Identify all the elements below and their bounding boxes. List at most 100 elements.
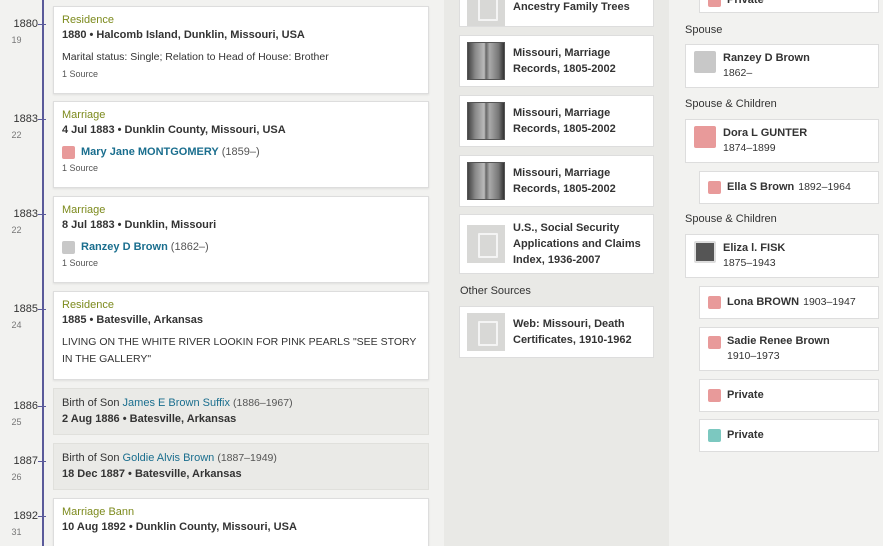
spouse-children-heading: Spouse & Children — [685, 213, 777, 225]
photo-avatar-icon — [694, 241, 716, 263]
timeline-tick — [38, 516, 46, 517]
person-link[interactable]: Ranzey D Brown — [81, 239, 168, 255]
source-card[interactable]: Missouri, Marriage Records, 1805-2002 — [459, 35, 654, 87]
event-type: Residence — [62, 299, 114, 311]
family-name: Private — [727, 389, 764, 401]
event-date-place: 1880 • Halcomb Island, Dunklin, Missouri… — [62, 29, 305, 41]
tree-icon — [467, 0, 505, 26]
child-card[interactable]: Private — [699, 419, 879, 452]
female-avatar-icon — [708, 181, 721, 194]
event-prefix: Birth of Son — [62, 397, 120, 409]
family-name: Ranzey D Brown — [723, 52, 810, 64]
event-prefix: Birth of Son — [62, 452, 120, 464]
timeline-age: 31 — [11, 527, 22, 537]
teal-avatar-icon — [708, 429, 721, 442]
person-dates: (1859–) — [221, 146, 260, 158]
child-card[interactable]: Private — [699, 379, 879, 412]
event-marriage-bann[interactable]: Marriage Bann 10 Aug 1892 • Dunklin Coun… — [53, 498, 429, 546]
timeline-age: 24 — [11, 320, 22, 330]
male-avatar-icon — [62, 240, 75, 254]
event-residence-1880[interactable]: Residence 1880 • Halcomb Island, Dunklin… — [53, 6, 429, 94]
child-card[interactable]: Ella S Brown 1892–1964 — [699, 171, 879, 204]
event-type: Residence — [62, 14, 114, 26]
family-dates: 1903–1947 — [803, 296, 856, 308]
event-date-place: 18 Dec 1887 • Batesville, Arkansas — [62, 468, 242, 480]
film-thumbnail-icon — [467, 162, 505, 200]
person-dates: (1862–) — [170, 241, 209, 253]
timeline-year: 1883 — [13, 208, 38, 220]
event-birth-son-1[interactable]: Birth of Son James E Brown Suffix (1886–… — [53, 388, 429, 435]
timeline-age: 19 — [11, 35, 22, 45]
event-marriage-2[interactable]: Marriage 8 Jul 1883 • Dunklin, Missouri … — [53, 196, 429, 283]
person-link[interactable]: Mary Jane MONTGOMERY — [81, 144, 219, 160]
source-card[interactable]: Web: Missouri, Death Certificates, 1910-… — [459, 306, 654, 358]
source-title: Web: Missouri, Death Certificates, 1910-… — [513, 318, 632, 346]
female-avatar-icon — [708, 336, 721, 349]
source-card[interactable]: Missouri, Marriage Records, 1805-2002 — [459, 155, 654, 207]
spouse-card[interactable]: Dora L GUNTER 1874–1899 — [685, 119, 879, 163]
event-type: Marriage — [62, 109, 106, 121]
event-sources[interactable]: 1 Source — [62, 68, 420, 80]
child-card[interactable]: Lona BROWN 1903–1947 — [699, 286, 879, 319]
timeline-age: 26 — [11, 472, 22, 482]
source-card[interactable]: Missouri, Marriage Records, 1805-2002 — [459, 95, 654, 147]
source-card[interactable]: U.S., Social Security Applications and C… — [459, 214, 654, 274]
event-description: Marital status: Single; Relation to Head… — [62, 51, 329, 63]
female-avatar-icon — [708, 296, 721, 309]
female-avatar-icon — [62, 145, 75, 159]
family-name: Sadie Renee Brown — [727, 335, 830, 347]
event-date-place: 8 Jul 1883 • Dunklin, Missouri — [62, 219, 217, 231]
female-avatar-icon — [694, 126, 716, 148]
event-birth-son-2[interactable]: Birth of Son Goldie Alvis Brown (1887–19… — [53, 443, 429, 490]
source-title: Missouri, Marriage Records, 1805-2002 — [513, 167, 616, 195]
family-name: Private — [727, 429, 764, 441]
child-card[interactable]: Sadie Renee Brown 1910–1973 — [699, 327, 879, 371]
source-title: Missouri, Marriage Records, 1805-2002 — [513, 47, 616, 75]
timeline-year: 1880 — [13, 18, 38, 30]
event-description: LIVING ON THE WHITE RIVER LOOKIN FOR PIN… — [62, 336, 417, 365]
event-date-place: 1885 • Batesville, Arkansas — [62, 314, 204, 326]
timeline-tick — [38, 119, 46, 120]
spouse-card[interactable]: Eliza l. FISK 1875–1943 — [685, 234, 879, 278]
timeline-age: 22 — [11, 225, 22, 235]
person-dates: (1886–1967) — [233, 397, 293, 409]
timeline-year: 1887 — [13, 455, 38, 467]
male-avatar-icon — [694, 51, 716, 73]
event-type: Marriage — [62, 204, 106, 216]
timeline-age: 22 — [11, 130, 22, 140]
family-card[interactable]: Private — [699, 0, 879, 13]
event-sources[interactable]: 1 Source — [62, 257, 420, 269]
timeline-year: 1885 — [13, 303, 38, 315]
timeline-tick — [38, 214, 46, 215]
family-name: Private — [727, 0, 764, 6]
source-title: Missouri, Marriage Records, 1805-2002 — [513, 107, 616, 135]
family-dates: 1910–1973 — [727, 350, 780, 362]
family-name: Lona BROWN — [727, 296, 800, 308]
family-name: Dora L GUNTER — [723, 127, 808, 139]
spouse-heading: Spouse — [685, 24, 723, 36]
source-title: Ancestry Family Trees — [513, 0, 630, 13]
source-card[interactable]: Ancestry Family Trees — [459, 0, 654, 27]
timeline-tick — [38, 309, 46, 310]
document-icon — [467, 313, 505, 351]
person-link[interactable]: Goldie Alvis Brown — [123, 452, 215, 464]
spouse-card[interactable]: Ranzey D Brown 1862– — [685, 44, 879, 88]
family-dates: 1874–1899 — [723, 142, 776, 154]
timeline-age: 25 — [11, 417, 22, 427]
timeline-rail — [42, 0, 44, 546]
person-link[interactable]: James E Brown Suffix — [123, 397, 230, 409]
timeline-tick — [38, 406, 46, 407]
event-heading: Birth of Son Goldie Alvis Brown (1887–19… — [62, 450, 420, 466]
event-date-place: 4 Jul 1883 • Dunklin County, Missouri, U… — [62, 124, 286, 136]
event-person: Ranzey D Brown (1862–) — [62, 239, 420, 255]
family-dates: 1892–1964 — [798, 181, 851, 193]
event-date-place: 2 Aug 1886 • Batesville, Arkansas — [62, 413, 237, 425]
event-marriage-1[interactable]: Marriage 4 Jul 1883 • Dunklin County, Mi… — [53, 101, 429, 188]
timeline-year: 1892 — [13, 510, 38, 522]
event-sources[interactable]: 1 Source — [62, 162, 420, 174]
female-avatar-icon — [708, 0, 721, 7]
event-person: Mary Jane MONTGOMERY (1859–) — [62, 144, 420, 160]
person-dates: (1887–1949) — [217, 452, 277, 464]
event-residence-1885[interactable]: Residence 1885 • Batesville, Arkansas LI… — [53, 291, 429, 380]
family-dates: 1875–1943 — [723, 257, 776, 269]
